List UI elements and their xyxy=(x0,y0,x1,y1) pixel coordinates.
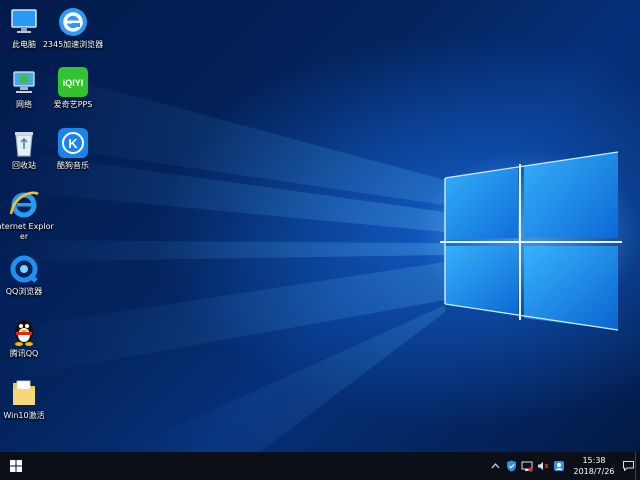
start-button[interactable] xyxy=(0,452,32,480)
clock-time: 15:38 xyxy=(582,456,606,465)
kugou-icon: K xyxy=(57,127,89,159)
desktop-icon-label: Internet Explorer xyxy=(0,222,54,241)
clock-date: 2018/7/26 xyxy=(573,467,615,476)
desktop-icon-label: 酷狗音乐 xyxy=(57,161,89,170)
desktop-icon-label: 腾讯QQ xyxy=(9,349,39,358)
browser-2345-icon xyxy=(57,6,89,38)
desktop-icon-label: 2345加速浏览器 xyxy=(42,40,104,49)
desktop-icon-label: 爱奇艺PPS xyxy=(53,100,93,109)
network-tray-icon[interactable] xyxy=(519,452,535,480)
internet-explorer-icon xyxy=(8,188,40,220)
folder-icon xyxy=(8,377,40,409)
network-icon xyxy=(8,66,40,98)
recycle-bin-icon xyxy=(8,127,40,159)
desktop-icon-qq-browser[interactable]: QQ浏览器 xyxy=(0,253,56,297)
desktop-icon-label: QQ浏览器 xyxy=(5,287,43,296)
system-tray: 15:38 2018/7/26 xyxy=(487,452,640,480)
chevron-up-icon[interactable] xyxy=(487,452,503,480)
desktop-icon-win10-activation[interactable]: Win10激活 xyxy=(0,377,56,421)
clock[interactable]: 15:38 2018/7/26 xyxy=(571,452,617,480)
iqiyi-logo-text: iQIYI xyxy=(63,78,84,88)
iqiyi-icon: iQIYI xyxy=(57,66,89,98)
volume-muted-icon[interactable] xyxy=(535,452,551,480)
desktop-icon-2345-browser[interactable]: 2345加速浏览器 xyxy=(41,6,105,50)
qq-browser-icon xyxy=(8,253,40,285)
taskbar: 15:38 2018/7/26 xyxy=(0,452,640,480)
user-tray-icon[interactable] xyxy=(551,452,567,480)
desktop-icon-internet-explorer[interactable]: Internet Explorer xyxy=(0,188,56,242)
windows-logo-icon xyxy=(10,460,22,472)
desktop-icon-tencent-qq[interactable]: 腾讯QQ xyxy=(0,315,56,359)
computer-icon xyxy=(8,6,40,38)
notification-button[interactable] xyxy=(621,452,635,480)
show-desktop-button[interactable] xyxy=(635,452,640,480)
desktop-icon-label: Win10激活 xyxy=(3,411,45,420)
desktop-icon-kugou[interactable]: K 酷狗音乐 xyxy=(41,127,105,171)
kugou-logo-text: K xyxy=(68,136,78,151)
desktop-icon-iqiyi[interactable]: iQIYI 爱奇艺PPS xyxy=(41,66,105,110)
security-shield-icon[interactable] xyxy=(503,452,519,480)
qq-penguin-icon xyxy=(8,315,40,347)
notification-icon xyxy=(622,461,634,471)
desktop: 此电脑 网络 回收站 Internet Explorer QQ浏览器 腾讯QQ … xyxy=(0,0,640,452)
